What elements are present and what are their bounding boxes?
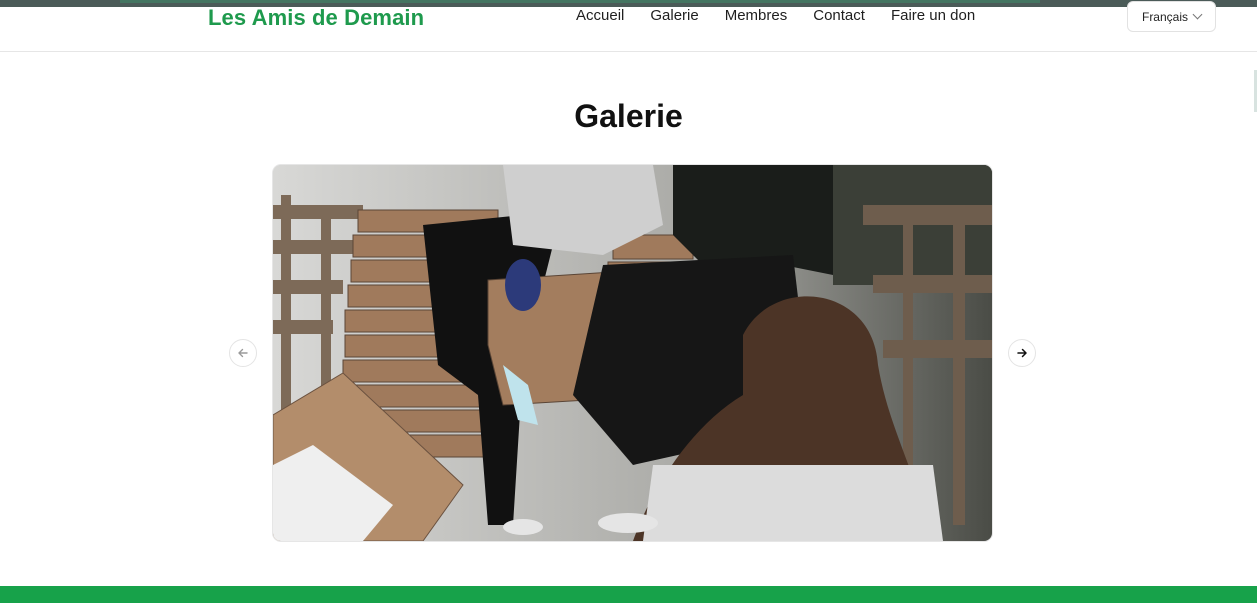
footer-bar [0, 586, 1257, 603]
main-nav: Accueil Galerie Membres Contact Faire un… [576, 7, 975, 24]
site-header: Les Amis de Demain Accueil Galerie Membr… [0, 1, 1257, 52]
nav-link-galerie[interactable]: Galerie [650, 7, 698, 24]
carousel-slide-image [273, 165, 992, 541]
nav-link-accueil[interactable]: Accueil [576, 7, 624, 24]
chevron-down-icon [1192, 9, 1203, 20]
nav-link-faire-un-don[interactable]: Faire un don [891, 7, 975, 24]
site-logo[interactable]: Les Amis de Demain [208, 5, 424, 31]
carousel-next-button[interactable] [1008, 339, 1036, 367]
nav-link-membres[interactable]: Membres [725, 7, 788, 24]
page-title: Galerie [574, 98, 683, 134]
arrow-left-icon [238, 348, 248, 358]
top-strip-accent [120, 0, 1040, 3]
language-select[interactable]: Français [1127, 1, 1216, 32]
carousel-prev-button[interactable] [229, 339, 257, 367]
language-select-value: Français [1141, 9, 1188, 24]
gallery-photo [273, 165, 992, 541]
nav-link-contact[interactable]: Contact [813, 7, 865, 24]
top-strip [0, 0, 1257, 7]
arrow-right-icon [1017, 348, 1027, 358]
